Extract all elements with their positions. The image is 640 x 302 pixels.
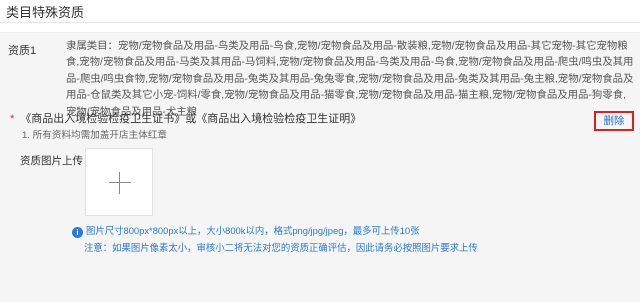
qualification-panel: 资质1 隶属类目：宠物/宠物食品及用品-鸟类及用品-鸟食,宠物/宠物食品及用品-… [0, 32, 640, 302]
stamp-note: 1. 所有资料均需加盖开店主体红章 [22, 130, 167, 141]
image-upload-button[interactable] [85, 148, 153, 216]
image-quality-warning: 注意：如果图片像素太小，审核小二将无法对您的资质正确评估，因此请务必按照图片要求… [84, 242, 478, 253]
category-list: 宠物/宠物食品及用品-鸟类及用品-鸟食,宠物/宠物食品及用品-散装粮,宠物/宠物… [66, 41, 634, 118]
title-divider [0, 22, 640, 23]
upload-label: 资质图片上传： [20, 155, 94, 167]
category-prefix: 隶属类目： [66, 41, 118, 52]
page-title: 类目特殊资质 [6, 5, 85, 20]
required-asterisk: * [10, 113, 15, 125]
image-size-tip-text: 图片尺寸800px*800px以上，大小800k以内，格式png/jpg/jpe… [86, 225, 420, 236]
info-icon: i [72, 227, 83, 238]
required-document-row: * 《商品出入境检验检疫卫生证书》或《商品出入境检验检疫卫生证明》 [10, 110, 361, 126]
plus-icon [109, 182, 131, 183]
image-size-tip: i 图片尺寸800px*800px以上，大小800k以内，格式png/jpg/jp… [72, 223, 419, 238]
delete-button[interactable]: 删除 [594, 111, 634, 131]
plus-icon-vertical [119, 172, 120, 194]
qualification-label: 资质1 [8, 45, 37, 57]
category-description: 隶属类目：宠物/宠物食品及用品-鸟类及用品-鸟食,宠物/宠物食品及用品-散装粮,… [66, 39, 636, 121]
required-document-text: 《商品出入境检验检疫卫生证书》或《商品出入境检验检疫卫生证明》 [20, 113, 362, 125]
